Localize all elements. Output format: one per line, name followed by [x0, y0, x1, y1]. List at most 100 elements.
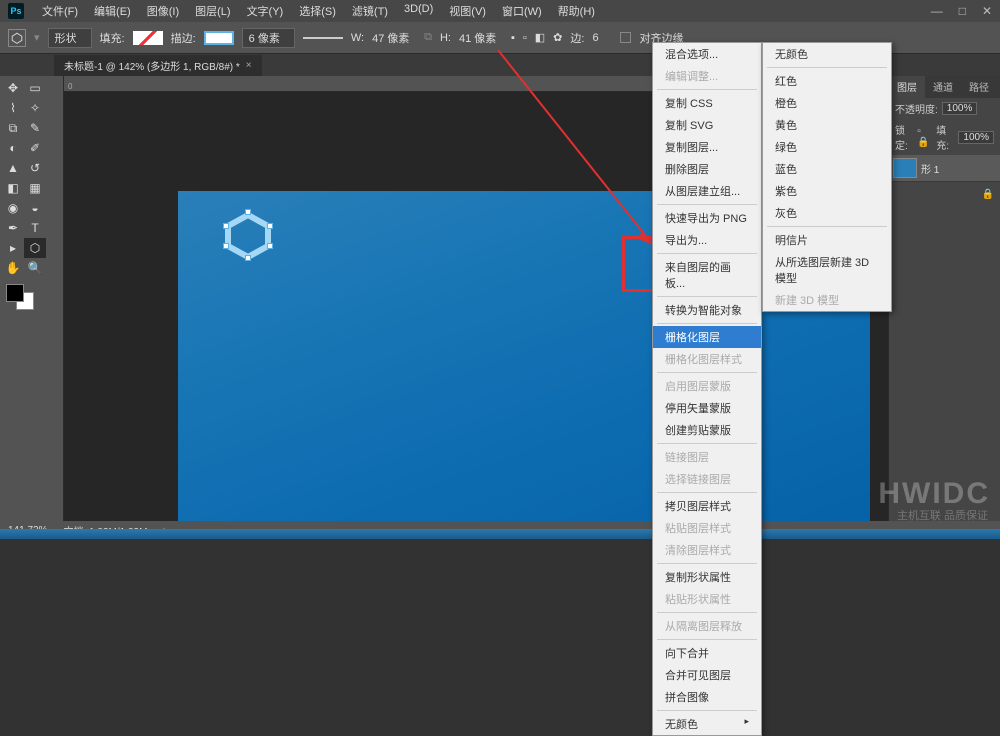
document-tab[interactable]: 未标题-1 @ 142% (多边形 1, RGB/8#) * ×: [54, 55, 262, 76]
ctx-rasterize-layer[interactable]: 栅格化图层: [653, 326, 761, 348]
ctx-flatten-image[interactable]: 拼合图像: [653, 686, 761, 708]
layer-name-label[interactable]: 形 1: [921, 161, 939, 176]
pen-tool[interactable]: ✒: [2, 218, 24, 238]
menu-3d[interactable]: 3D(D): [396, 3, 441, 19]
eraser-tool[interactable]: ◧: [2, 178, 24, 198]
transform-handle[interactable]: [223, 243, 229, 249]
eyedropper-tool[interactable]: ✎: [24, 118, 46, 138]
color-swatches[interactable]: [2, 284, 46, 314]
polygon-tool[interactable]: ⬡: [24, 238, 46, 258]
ctx-export-as[interactable]: 导出为...: [653, 229, 761, 251]
layer-thumbnail[interactable]: [893, 158, 917, 178]
submenu-new-3d-from-layer[interactable]: 从所选图层新建 3D 模型: [763, 251, 891, 289]
history-brush-tool[interactable]: ↺: [24, 158, 46, 178]
maximize-button[interactable]: □: [959, 4, 966, 18]
menu-help[interactable]: 帮助(H): [550, 3, 603, 19]
submenu-yellow[interactable]: 黄色: [763, 114, 891, 136]
ctx-copy-shape-attrs[interactable]: 复制形状属性: [653, 566, 761, 588]
ctx-disable-vector-mask[interactable]: 停用矢量蒙版: [653, 397, 761, 419]
submenu-blue[interactable]: 蓝色: [763, 158, 891, 180]
type-tool[interactable]: T: [24, 218, 46, 238]
opacity-input[interactable]: 100%: [942, 102, 978, 115]
ctx-convert-smart-object[interactable]: 转换为智能对象: [653, 299, 761, 321]
ctx-merge-down[interactable]: 向下合并: [653, 642, 761, 664]
align-edges-checkbox[interactable]: [620, 32, 631, 43]
ctx-copy-css[interactable]: 复制 CSS: [653, 92, 761, 114]
magic-wand-tool[interactable]: ✧: [24, 98, 46, 118]
submenu-purple[interactable]: 紫色: [763, 180, 891, 202]
submenu-no-color[interactable]: 无颜色: [763, 43, 891, 65]
stroke-style-picker[interactable]: [303, 37, 343, 39]
menu-layer[interactable]: 图层(L): [187, 3, 238, 19]
ctx-delete-layer[interactable]: 删除图层: [653, 158, 761, 180]
ctx-quick-export-png[interactable]: 快速导出为 PNG: [653, 207, 761, 229]
transform-handle[interactable]: [267, 243, 273, 249]
rectangle-marquee-tool[interactable]: ▭: [24, 78, 46, 98]
transform-handle[interactable]: [245, 255, 251, 261]
shape-mode-dropdown[interactable]: 形状: [48, 28, 92, 48]
ctx-artboard-from-layers[interactable]: 来自图层的画板...: [653, 256, 761, 294]
layer-row[interactable]: 形 1: [889, 155, 1000, 182]
menu-image[interactable]: 图像(I): [139, 3, 187, 19]
document-tab-close[interactable]: ×: [246, 60, 252, 71]
path-align-icon[interactable]: ▫: [523, 32, 527, 44]
submenu-gray[interactable]: 灰色: [763, 202, 891, 224]
transform-handle[interactable]: [267, 223, 273, 229]
foreground-color-swatch[interactable]: [6, 284, 24, 302]
polygon-shape[interactable]: [223, 211, 273, 261]
ctx-copy-svg[interactable]: 复制 SVG: [653, 114, 761, 136]
fill-swatch[interactable]: [133, 31, 163, 45]
fill-opacity-input[interactable]: 100%: [958, 131, 994, 144]
transform-handle[interactable]: [223, 223, 229, 229]
stroke-width-input[interactable]: 6 像素: [242, 28, 295, 48]
sides-input[interactable]: 6: [592, 32, 612, 44]
paths-panel-tab[interactable]: 路径: [961, 76, 997, 98]
menu-window[interactable]: 窗口(W): [494, 3, 550, 19]
path-operations-icon[interactable]: ▪: [511, 32, 515, 44]
height-input[interactable]: 41 像素: [459, 30, 503, 46]
ctx-copy-layer-style[interactable]: 拷贝图层样式: [653, 495, 761, 517]
path-selection-tool[interactable]: ▸: [2, 238, 24, 258]
width-input[interactable]: 47 像素: [372, 30, 416, 46]
menu-filter[interactable]: 滤镜(T): [344, 3, 396, 19]
zoom-tool[interactable]: 🔍: [24, 258, 46, 278]
move-tool[interactable]: ✥: [2, 78, 24, 98]
submenu-orange[interactable]: 橙色: [763, 92, 891, 114]
lasso-tool[interactable]: ⌇: [2, 98, 24, 118]
ctx-color-label-submenu[interactable]: 无颜色: [653, 713, 761, 735]
lock-all-icon[interactable]: 🔒: [982, 189, 994, 200]
menu-type[interactable]: 文字(Y): [239, 3, 292, 19]
ctx-merge-visible[interactable]: 合并可见图层: [653, 664, 761, 686]
channels-panel-tab[interactable]: 通道: [925, 76, 961, 98]
os-taskbar[interactable]: [0, 529, 1000, 539]
stroke-swatch[interactable]: [204, 31, 234, 45]
close-button[interactable]: ✕: [982, 4, 992, 18]
settings-gear-icon[interactable]: ✿: [553, 31, 562, 44]
path-arrange-icon[interactable]: ◧: [535, 31, 545, 44]
submenu-green[interactable]: 绿色: [763, 136, 891, 158]
lock-icons[interactable]: ▫ 🔒: [917, 126, 932, 148]
ctx-group-from-layers[interactable]: 从图层建立组...: [653, 180, 761, 202]
submenu-postcard[interactable]: 明信片: [763, 229, 891, 251]
link-wh-icon[interactable]: ⧉: [424, 31, 432, 44]
hand-tool[interactable]: ✋: [2, 258, 24, 278]
dodge-tool[interactable]: ◒: [24, 198, 46, 218]
menu-select[interactable]: 选择(S): [291, 3, 344, 19]
vertical-ruler[interactable]: [48, 76, 64, 521]
menu-edit[interactable]: 编辑(E): [86, 3, 139, 19]
transform-handle[interactable]: [245, 209, 251, 215]
ctx-create-clipping-mask[interactable]: 创建剪贴蒙版: [653, 419, 761, 441]
ctx-duplicate-layer[interactable]: 复制图层...: [653, 136, 761, 158]
crop-tool[interactable]: ⧉: [2, 118, 24, 138]
menu-file[interactable]: 文件(F): [34, 3, 86, 19]
gradient-tool[interactable]: ▦: [24, 178, 46, 198]
submenu-red[interactable]: 红色: [763, 70, 891, 92]
layers-panel-tab[interactable]: 图层: [889, 76, 925, 98]
clone-stamp-tool[interactable]: ▲: [2, 158, 24, 178]
ctx-blend-options[interactable]: 混合选项...: [653, 43, 761, 65]
tool-preset-picker[interactable]: [8, 29, 26, 47]
healing-brush-tool[interactable]: ◐: [2, 138, 24, 158]
brush-tool[interactable]: ✐: [24, 138, 46, 158]
menu-view[interactable]: 视图(V): [441, 3, 494, 19]
minimize-button[interactable]: —: [931, 4, 943, 18]
